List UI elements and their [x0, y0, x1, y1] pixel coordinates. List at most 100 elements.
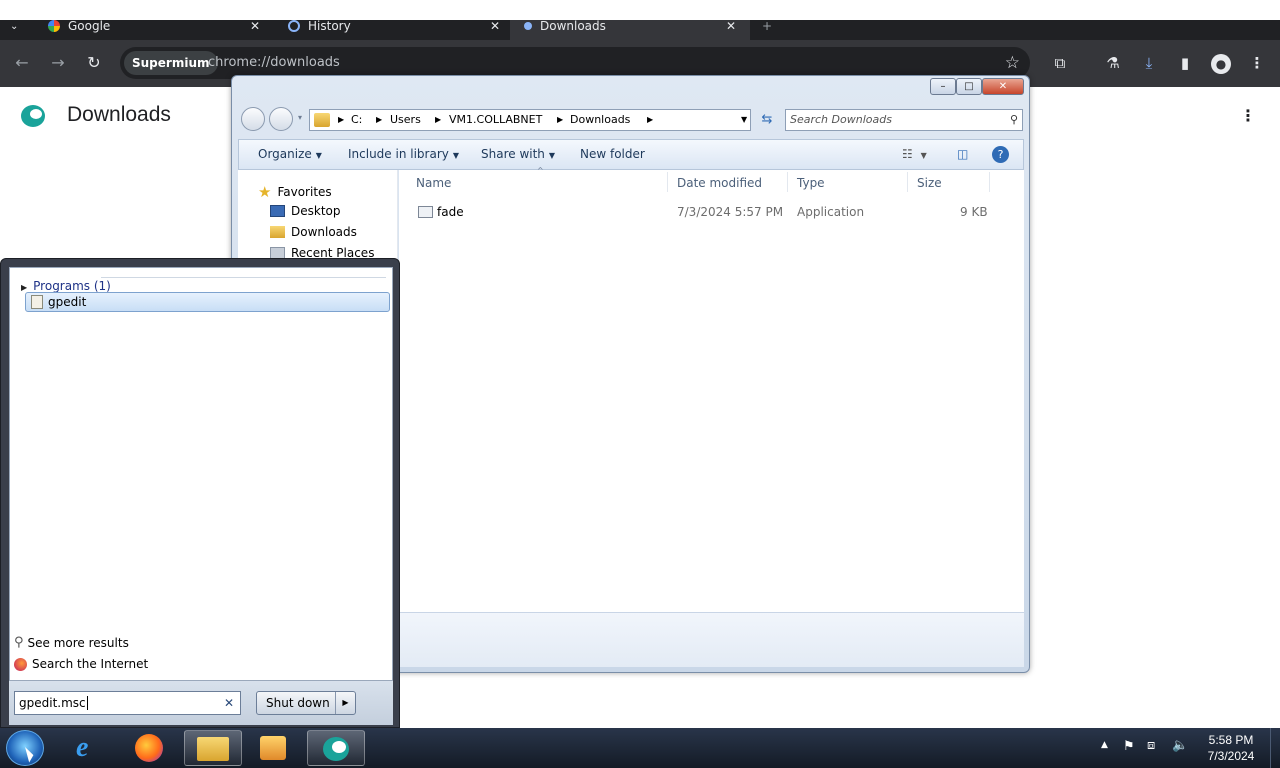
chevron-right-icon[interactable]: ▶ — [435, 110, 441, 130]
close-tab-icon[interactable]: ✕ — [250, 20, 260, 33]
system-clock[interactable]: 5:58 PM 7/3/2024 — [1196, 732, 1266, 764]
start-search-input[interactable]: gpedit.msc ✕ — [14, 691, 241, 715]
search-result-gpedit[interactable]: gpedit — [25, 292, 390, 312]
include-in-library-button[interactable]: Include in library ▼ — [348, 140, 459, 170]
chevron-right-icon[interactable]: ▶ — [647, 110, 653, 130]
tab-title: Google — [68, 20, 111, 33]
tab-strip: ⌄ Google ✕ History ✕ Downloads ✕ + — [0, 20, 1280, 40]
breadcrumb-users[interactable]: Users — [390, 110, 421, 130]
column-header-date-modified[interactable]: Date modified — [677, 176, 762, 190]
tab-title: History — [308, 20, 351, 33]
sort-indicator-icon: ^ — [537, 166, 544, 175]
address-breadcrumb-bar[interactable]: ▶ C: ▶ Users ▶ VM1.COLLABNET ▶ Downloads… — [309, 109, 751, 131]
desktop-icon — [270, 205, 285, 217]
shutdown-button[interactable]: Shut down ▶ — [256, 691, 356, 715]
column-header-type[interactable]: Type — [797, 176, 825, 190]
search-icon[interactable]: ⚲ — [1010, 110, 1018, 130]
minimize-button[interactable]: – — [930, 78, 956, 95]
column-header-size[interactable]: Size — [917, 176, 942, 190]
new-folder-button[interactable]: New folder — [580, 140, 645, 169]
shutdown-options-icon[interactable]: ▶ — [335, 692, 355, 714]
organize-button[interactable]: Organize ▼ — [258, 140, 322, 170]
search-placeholder: Search Downloads — [790, 113, 892, 126]
action-center-flag-icon[interactable]: ⚑ — [1123, 739, 1135, 754]
expand-icon: ▶ — [21, 283, 28, 292]
reload-icon[interactable]: ↻ — [83, 52, 105, 74]
extensions-icon[interactable]: ⧉ — [1049, 52, 1071, 74]
column-divider[interactable] — [667, 172, 668, 192]
file-list: ^ Name Date modified Type Size fade 7/3/… — [399, 166, 1024, 612]
application-icon — [418, 206, 433, 218]
file-name[interactable]: fade — [437, 205, 464, 219]
internet-explorer-icon: e — [76, 732, 89, 763]
tab-title: Downloads — [540, 20, 606, 33]
volume-muted-icon[interactable]: 🔈 — [1172, 738, 1188, 753]
chevron-right-icon[interactable]: ▶ — [338, 110, 344, 130]
firefox-icon — [14, 657, 27, 671]
clear-search-icon[interactable]: ✕ — [224, 692, 234, 714]
clock-date: 7/3/2024 — [1207, 749, 1255, 763]
close-button[interactable]: ✕ — [982, 78, 1024, 95]
column-header-name[interactable]: Name — [416, 176, 451, 190]
chevron-right-icon[interactable]: ▶ — [376, 110, 382, 130]
maximize-button[interactable]: □ — [956, 78, 982, 95]
close-tab-icon[interactable]: ✕ — [726, 20, 736, 33]
firefox-button[interactable] — [122, 730, 180, 766]
programs-group-header[interactable]: ▶ Programs (1) — [21, 279, 111, 293]
close-tab-icon[interactable]: ✕ — [490, 20, 500, 33]
show-desktop-button[interactable] — [1270, 728, 1280, 768]
column-divider[interactable] — [907, 172, 908, 192]
see-more-results-link[interactable]: ⚲ See more results — [14, 635, 129, 650]
back-button[interactable] — [241, 107, 265, 131]
internet-explorer-button[interactable]: e — [62, 730, 120, 766]
nav-item-desktop[interactable]: Desktop — [270, 204, 341, 218]
profile-icon[interactable]: ● — [1210, 52, 1232, 74]
search-the-internet-link[interactable]: Search the Internet — [14, 657, 148, 671]
menu-icon[interactable]: ⋮ — [1246, 52, 1268, 74]
address-dropdown-icon[interactable]: ▼ — [741, 110, 747, 130]
side-panel-icon[interactable]: ▮ — [1174, 52, 1196, 74]
media-player-button[interactable] — [244, 730, 302, 766]
page-title: Downloads — [67, 103, 171, 126]
tab-google[interactable]: Google ✕ — [48, 20, 266, 40]
file-type: Application — [797, 205, 865, 219]
help-icon[interactable]: ? — [992, 146, 1009, 163]
forward-icon[interactable]: → — [47, 52, 69, 74]
breadcrumb-c-drive[interactable]: C: — [351, 110, 362, 130]
page-menu-icon[interactable]: ⋮ — [1240, 106, 1256, 125]
tab-search-button[interactable]: ⌄ — [10, 20, 26, 40]
tab-history[interactable]: History ✕ — [288, 20, 500, 40]
download-icon[interactable]: ⤓ — [1138, 52, 1160, 74]
browser-chip[interactable]: Supermium — [124, 51, 218, 75]
nav-item-downloads[interactable]: Downloads — [270, 225, 357, 239]
forward-button[interactable] — [269, 107, 293, 131]
show-hidden-icons[interactable]: ▲ — [1101, 740, 1108, 750]
recent-pages-icon[interactable]: ▾ — [298, 113, 302, 122]
preview-pane-icon[interactable]: ◫ — [957, 140, 968, 169]
new-tab-button[interactable]: + — [762, 20, 776, 40]
command-bar: Organize ▼ Include in library ▼ Share with… — [238, 139, 1024, 170]
change-view-icon[interactable]: ☷ ▼ — [902, 140, 927, 170]
supermium-icon — [323, 737, 349, 761]
breadcrumb-user-folder[interactable]: VM1.COLLABNET — [449, 110, 542, 130]
google-favicon-icon — [48, 20, 60, 32]
download-favicon-icon — [524, 22, 532, 30]
breadcrumb-downloads[interactable]: Downloads — [570, 110, 630, 130]
back-forward-buttons: ▾ — [241, 107, 302, 131]
back-icon[interactable]: ← — [11, 52, 33, 74]
network-icon[interactable]: ⧈ — [1147, 738, 1155, 753]
column-divider[interactable] — [787, 172, 788, 192]
labs-icon[interactable]: ⚗ — [1102, 52, 1124, 74]
share-with-button[interactable]: Share with ▼ — [481, 140, 555, 170]
refresh-icon[interactable]: ⇆ — [757, 109, 777, 131]
screen-top-strip — [0, 0, 1280, 20]
favorites-node[interactable]: ★ Favorites — [258, 183, 332, 201]
tab-downloads[interactable]: Downloads ✕ — [510, 20, 750, 40]
supermium-button[interactable] — [307, 730, 365, 766]
file-explorer-icon — [197, 737, 229, 761]
chevron-right-icon[interactable]: ▶ — [557, 110, 563, 130]
search-icon: ⚲ — [14, 635, 24, 650]
search-downloads-input[interactable]: Search Downloads ⚲ — [785, 109, 1023, 131]
column-divider[interactable] — [989, 172, 990, 192]
file-explorer-button[interactable] — [184, 730, 242, 766]
